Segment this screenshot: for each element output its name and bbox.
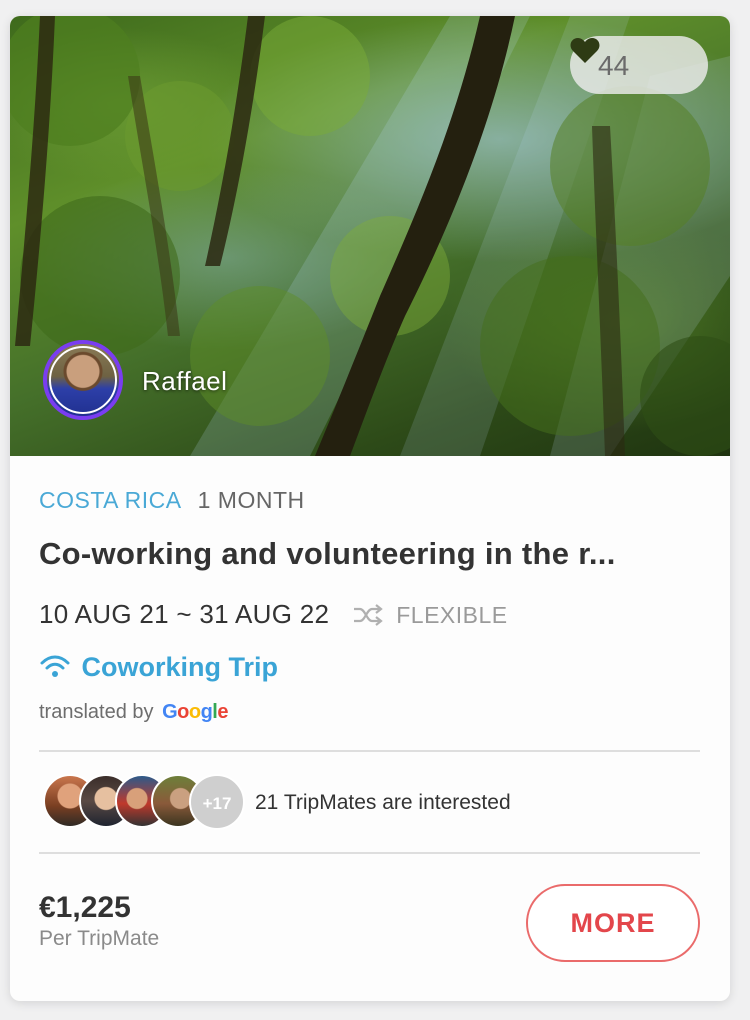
trip-type[interactable]: Coworking Trip [39,652,278,686]
trip-meta: COSTA RICA 1 MONTH [39,487,305,514]
trip-country[interactable]: COSTA RICA [39,487,182,513]
google-logo: Google [162,701,228,723]
host-avatar[interactable] [43,340,123,420]
shuffle-icon [353,604,383,626]
trip-title[interactable]: Co-working and volunteering in the r... [39,536,699,572]
likes-badge[interactable]: 44 [570,36,708,94]
heart-icon[interactable] [570,36,600,64]
trip-hero-image[interactable]: 44 Raffael [10,16,730,456]
divider [39,852,700,854]
more-tripmates-count[interactable]: +17 [189,774,245,830]
flexible-label: FLEXIBLE [396,602,508,628]
trip-dates-row: 10 AUG 21 ~ 31 AUG 22 FLEXIBLE [39,599,508,633]
trip-card[interactable]: 44 Raffael COSTA RICA 1 MONTH Co-working … [10,16,730,1001]
translated-prefix: translated by [39,701,154,723]
price-unit-label: Per TripMate [39,927,160,950]
host-name[interactable]: Raffael [142,366,227,397]
divider [39,750,700,752]
translated-by: translated by Google [39,701,228,724]
likes-count: 44 [598,50,630,81]
wifi-icon [40,655,70,677]
more-button[interactable]: MORE [526,884,700,962]
trip-dates: 10 AUG 21 ~ 31 AUG 22 [39,599,330,629]
tripmates-interest-text: 21 TripMates are interested [255,791,511,814]
trip-price: €1,225 [39,891,131,924]
trip-type-label: Coworking Trip [81,652,278,682]
avatar-ring [49,346,117,414]
trip-duration: 1 MONTH [197,487,305,513]
